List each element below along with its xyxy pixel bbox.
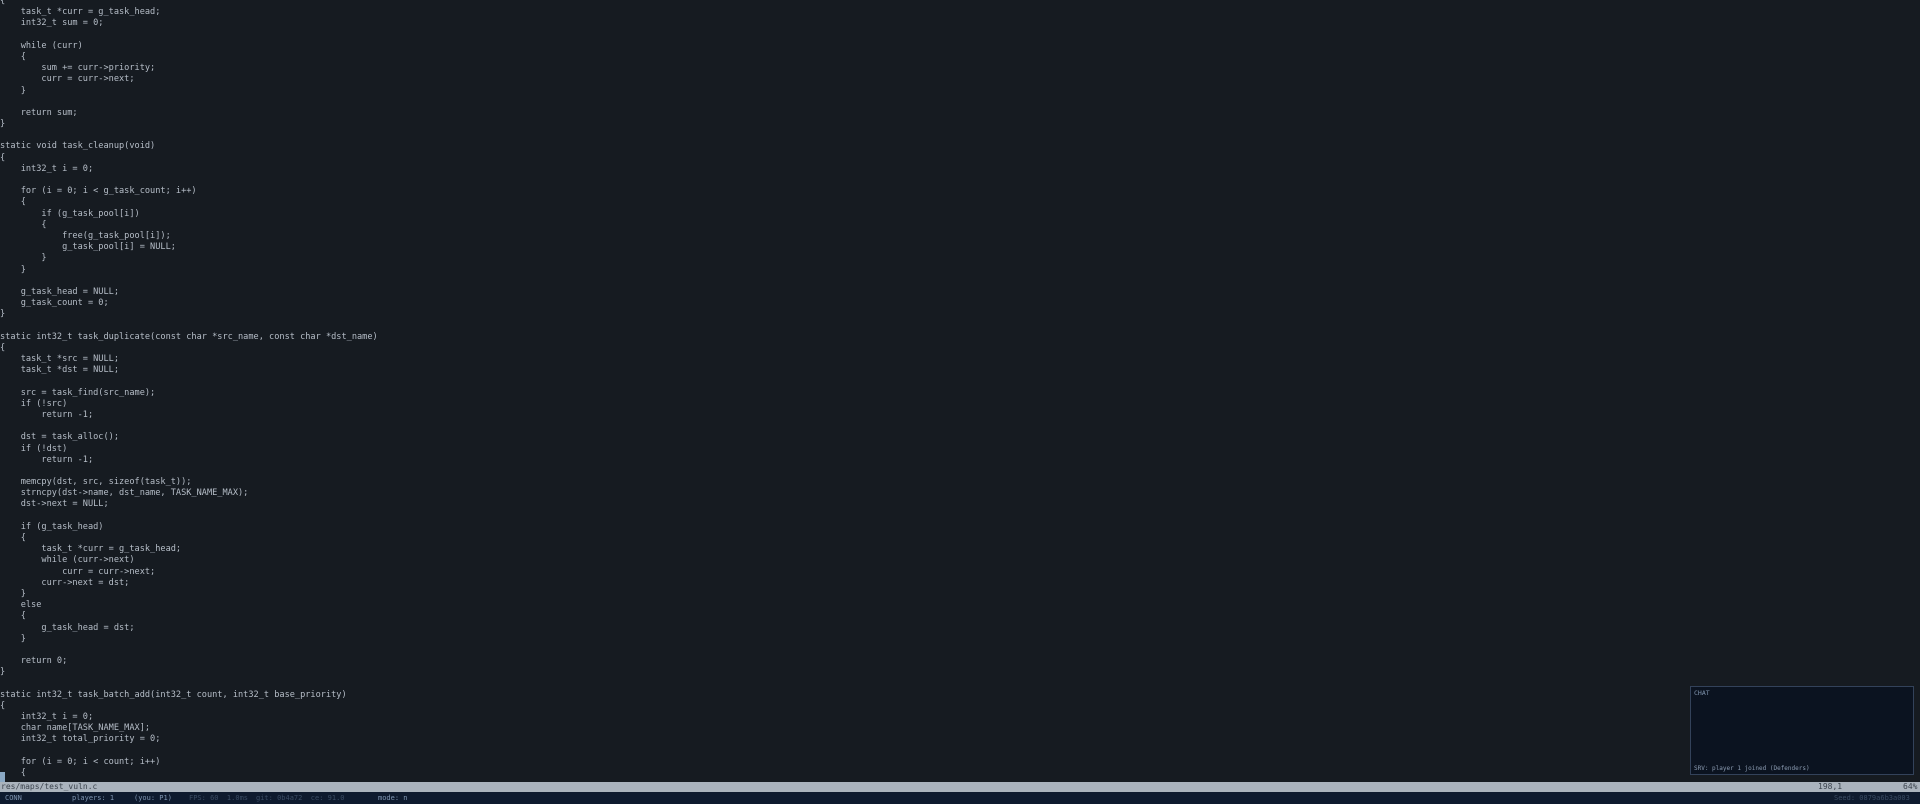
code-line[interactable]: return 0; — [0, 656, 378, 667]
editor-mode: mode: n — [378, 794, 408, 802]
code-line[interactable]: } — [0, 253, 378, 264]
code-line[interactable] — [0, 175, 378, 186]
code-line[interactable]: static void task_cleanup(void) — [0, 141, 378, 152]
code-line[interactable] — [0, 97, 378, 108]
connection-status: CONN — [5, 794, 22, 802]
build-info: git: 0b4a72 ce: 91.0 — [256, 794, 345, 802]
code-line[interactable]: return -1; — [0, 455, 378, 466]
code-editor[interactable]: { task_t *curr = g_task_head; int32_t su… — [0, 0, 1920, 782]
code-line[interactable]: } — [0, 119, 378, 130]
code-line[interactable]: g_task_count = 0; — [0, 298, 378, 309]
code-line[interactable] — [0, 30, 378, 41]
code-line[interactable]: free(g_task_pool[i]); — [0, 231, 378, 242]
code-line[interactable]: static int32_t task_duplicate(const char… — [0, 332, 378, 343]
code-line[interactable]: { — [0, 197, 378, 208]
code-line[interactable]: task_t *dst = NULL; — [0, 365, 378, 376]
code-line[interactable]: { — [0, 52, 378, 63]
code-line[interactable] — [0, 276, 378, 287]
editor-statusline: res/maps/test_vuln.c 198,1 64% — [0, 782, 1920, 792]
code-line[interactable]: task_t *src = NULL; — [0, 354, 378, 365]
session-seed: Seed: 0879a6b3a003 — [1834, 794, 1910, 802]
code-line[interactable]: } — [0, 309, 378, 320]
code-line[interactable]: { — [0, 611, 378, 622]
code-line[interactable]: } — [0, 634, 378, 645]
code-line[interactable]: int32_t sum = 0; — [0, 18, 378, 29]
code-line[interactable]: if (g_task_head) — [0, 522, 378, 533]
cursor-position: 198,1 — [1818, 782, 1843, 791]
scroll-percent: 64% — [1903, 782, 1918, 791]
code-line[interactable] — [0, 746, 378, 757]
code-line[interactable]: src = task_find(src_name); — [0, 388, 378, 399]
code-line[interactable]: for (i = 0; i < count; i++) — [0, 757, 378, 768]
code-line[interactable]: g_task_pool[i] = NULL; — [0, 242, 378, 253]
code-line[interactable]: while (curr) — [0, 41, 378, 52]
code-line[interactable]: { — [0, 220, 378, 231]
player-count: players: 1 — [72, 794, 115, 802]
code-line[interactable] — [0, 678, 378, 689]
code-line[interactable]: static int32_t task_batch_add(int32_t co… — [0, 690, 378, 701]
code-line[interactable]: { — [0, 768, 378, 779]
code-line[interactable]: g_task_head = NULL; — [0, 287, 378, 298]
code-line[interactable]: dst->next = NULL; — [0, 499, 378, 510]
code-line[interactable]: int32_t total_priority = 0; — [0, 734, 378, 745]
code-line[interactable]: curr = curr->next; — [0, 74, 378, 85]
code-line[interactable] — [0, 511, 378, 522]
code-line[interactable]: curr = curr->next; — [0, 567, 378, 578]
code-line[interactable]: strncpy(dst->name, dst_name, TASK_NAME_M… — [0, 488, 378, 499]
chat-title: CHAT — [1694, 689, 1710, 697]
code-line[interactable]: curr->next = dst; — [0, 578, 378, 589]
code-line[interactable]: while (curr->next) — [0, 555, 378, 566]
code-line[interactable] — [0, 645, 378, 656]
code-line[interactable]: { — [0, 343, 378, 354]
code-line[interactable]: return -1; — [0, 410, 378, 421]
code-line[interactable]: } — [0, 86, 378, 97]
code-buffer[interactable]: { task_t *curr = g_task_head; int32_t su… — [0, 0, 378, 779]
code-line[interactable] — [0, 320, 378, 331]
code-line[interactable]: int32_t i = 0; — [0, 164, 378, 175]
fps-readout: FPS: 60 1.0ms — [189, 794, 249, 802]
code-line[interactable]: { — [0, 0, 378, 7]
chat-panel[interactable]: CHAT SRV: player 1 joined (Defenders) — [1690, 686, 1914, 775]
code-line[interactable]: if (g_task_pool[i]) — [0, 209, 378, 220]
code-line[interactable]: dst = task_alloc(); — [0, 432, 378, 443]
game-status-bar: CONN players: 1 (you: P1) FPS: 60 1.0ms … — [0, 792, 1920, 804]
code-line[interactable]: { — [0, 153, 378, 164]
code-line[interactable]: char name[TASK_NAME_MAX]; — [0, 723, 378, 734]
code-line[interactable] — [0, 421, 378, 432]
code-line[interactable]: if (!src) — [0, 399, 378, 410]
chat-message: SRV: player 1 joined (Defenders) — [1694, 765, 1810, 772]
current-player: (you: P1) — [134, 794, 172, 802]
code-line[interactable]: } — [0, 667, 378, 678]
code-line[interactable]: task_t *curr = g_task_head; — [0, 544, 378, 555]
code-line[interactable]: int32_t i = 0; — [0, 712, 378, 723]
code-line[interactable]: } — [0, 589, 378, 600]
code-line[interactable] — [0, 130, 378, 141]
code-line[interactable]: task_t *curr = g_task_head; — [0, 7, 378, 18]
text-cursor — [0, 772, 5, 782]
code-line[interactable]: { — [0, 533, 378, 544]
code-line[interactable]: if (!dst) — [0, 444, 378, 455]
code-line[interactable] — [0, 376, 378, 387]
code-line[interactable]: for (i = 0; i < g_task_count; i++) — [0, 186, 378, 197]
code-line[interactable]: memcpy(dst, src, sizeof(task_t)); — [0, 477, 378, 488]
code-line[interactable]: else — [0, 600, 378, 611]
code-line[interactable]: { — [0, 701, 378, 712]
code-line[interactable]: return sum; — [0, 108, 378, 119]
code-line[interactable]: } — [0, 265, 378, 276]
code-line[interactable] — [0, 466, 378, 477]
code-line[interactable]: sum += curr->priority; — [0, 63, 378, 74]
file-path: res/maps/test_vuln.c — [1, 782, 98, 791]
code-line[interactable]: g_task_head = dst; — [0, 623, 378, 634]
